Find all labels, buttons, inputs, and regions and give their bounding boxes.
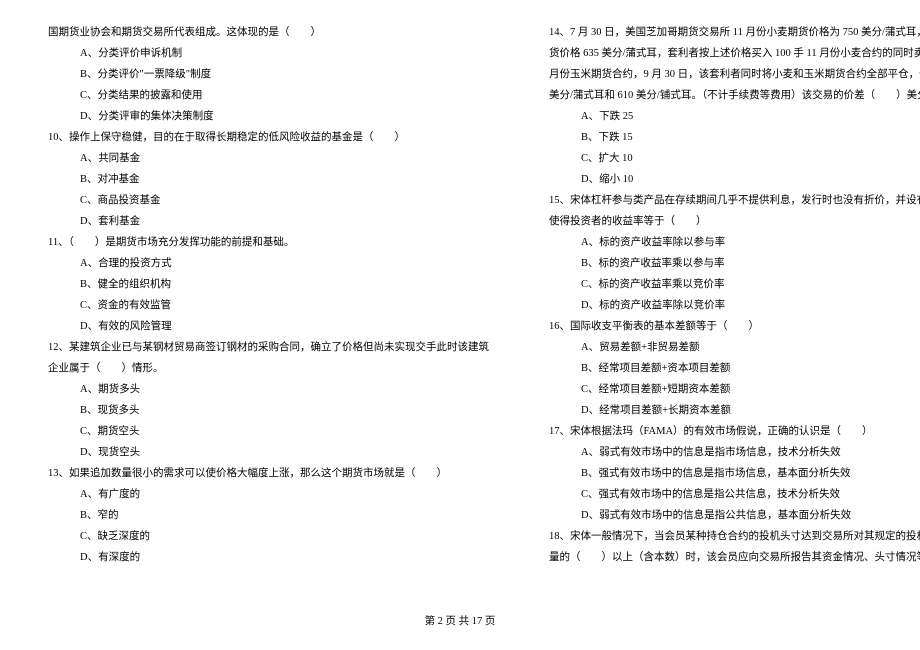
q11-option-d: D、有效的风险管理 <box>48 316 489 337</box>
q10-option-b: B、对冲基金 <box>48 169 489 190</box>
left-column: 国期货业协会和期货交易所代表组成。这体现的是（ ） A、分类评价申诉机制 B、分… <box>48 22 489 568</box>
q17-option-b: B、强式有效市场中的信息是指市场信息，基本面分析失效 <box>549 463 920 484</box>
q16-option-d: D、经常项目差额+长期资本差额 <box>549 400 920 421</box>
q15-option-d: D、标的资产收益率除以竞价率 <box>549 295 920 316</box>
q-prev-option-c: C、分类结果的披露和使用 <box>48 85 489 106</box>
q11-option-b: B、健全的组织机构 <box>48 274 489 295</box>
q13-option-c: C、缺乏深度的 <box>48 526 489 547</box>
q12-option-c: C、期货空头 <box>48 421 489 442</box>
q11: 11、（ ）是期货市场充分发挥功能的前提和基础。 <box>48 232 489 253</box>
q-prev-option-d: D、分类评审的集体决策制度 <box>48 106 489 127</box>
q12-option-b: B、现货多头 <box>48 400 489 421</box>
q15-option-c: C、标的资产收益率乘以竞价率 <box>549 274 920 295</box>
q12-line2: 企业属于（ ）情形。 <box>48 358 489 379</box>
q13-option-a: A、有广度的 <box>48 484 489 505</box>
q10-option-d: D、套利基金 <box>48 211 489 232</box>
q15-line2: 使得投资者的收益率等于（ ） <box>549 211 920 232</box>
q18-line1: 18、宋体一般情况下，当会员某种持仓合约的投机头寸达到交易所对其规定的投机头寸持… <box>549 526 920 547</box>
q17-option-a: A、弱式有效市场中的信息是指市场信息，技术分析失效 <box>549 442 920 463</box>
q16-option-b: B、经常项目差额+资本项目差额 <box>549 358 920 379</box>
q16-option-a: A、贸易差额+非贸易差额 <box>549 337 920 358</box>
q15-line1: 15、宋体杠杆参与类产品在存续期间几乎不提供利息，发行时也没有折价，并设有参与率… <box>549 190 920 211</box>
q13-option-b: B、窄的 <box>48 505 489 526</box>
q14-option-c: C、扩大 10 <box>549 148 920 169</box>
q12-option-d: D、现货空头 <box>48 442 489 463</box>
q12-line1: 12、某建筑企业已与某钢材贸易商签订钢材的采购合同，确立了价格但尚未实现交手此时… <box>48 337 489 358</box>
q-prev-continuation: 国期货业协会和期货交易所代表组成。这体现的是（ ） <box>48 22 489 43</box>
q14-line4: 美分/蒲式耳和 610 美分/铺式耳。（不计手续费等费用）该交易的价差（ ）美分… <box>549 85 920 106</box>
q14-line2: 货价格 635 美分/蒲式耳，套利者按上述价格买入 100 手 11 月份小麦合… <box>549 43 920 64</box>
q14-option-d: D、缩小 10 <box>549 169 920 190</box>
q11-option-c: C、资金的有效监管 <box>48 295 489 316</box>
q14-option-b: B、下跌 15 <box>549 127 920 148</box>
q15-option-a: A、标的资产收益率除以参与率 <box>549 232 920 253</box>
q14-option-a: A、下跌 25 <box>549 106 920 127</box>
q13-option-d: D、有深度的 <box>48 547 489 568</box>
q11-option-a: A、合理的投资方式 <box>48 253 489 274</box>
q10-option-a: A、共同基金 <box>48 148 489 169</box>
q18-line2: 量的（ ）以上（含本数）时，该会员应向交易所报告其资金情况、头寸情况等。 <box>549 547 920 568</box>
q15-option-b: B、标的资产收益率乘以参与率 <box>549 253 920 274</box>
q-prev-option-b: B、分类评价"一票降级"制度 <box>48 64 489 85</box>
q14-line3: 月份玉米期货合约，9 月 30 日，该套利者同时将小麦和玉米期货合约全部平仓，价… <box>549 64 920 85</box>
q17-option-c: C、强式有效市场中的信息是指公共信息，技术分析失效 <box>549 484 920 505</box>
q16: 16、国际收支平衡表的基本差额等于（ ） <box>549 316 920 337</box>
q16-option-c: C、经常项目差额+短期资本差额 <box>549 379 920 400</box>
q10: 10、操作上保守稳健，目的在于取得长期稳定的低风险收益的基金是（ ） <box>48 127 489 148</box>
q14-line1: 14、7 月 30 日，美国芝加哥期货交易所 11 月份小麦期货价格为 750 … <box>549 22 920 43</box>
q17-option-d: D、弱式有效市场中的信息是指公共信息，基本面分析失效 <box>549 505 920 526</box>
q17: 17、宋体根据法玛（FAMA）的有效市场假说，正确的认识是（ ） <box>549 421 920 442</box>
page-footer: 第 2 页 共 17 页 <box>0 611 920 632</box>
q12-option-a: A、期货多头 <box>48 379 489 400</box>
q10-option-c: C、商品投资基金 <box>48 190 489 211</box>
q-prev-option-a: A、分类评价申诉机制 <box>48 43 489 64</box>
right-column: 14、7 月 30 日，美国芝加哥期货交易所 11 月份小麦期货价格为 750 … <box>549 22 920 568</box>
q13: 13、如果追加数量很小的需求可以使价格大幅度上涨，那么这个期货市场就是（ ） <box>48 463 489 484</box>
